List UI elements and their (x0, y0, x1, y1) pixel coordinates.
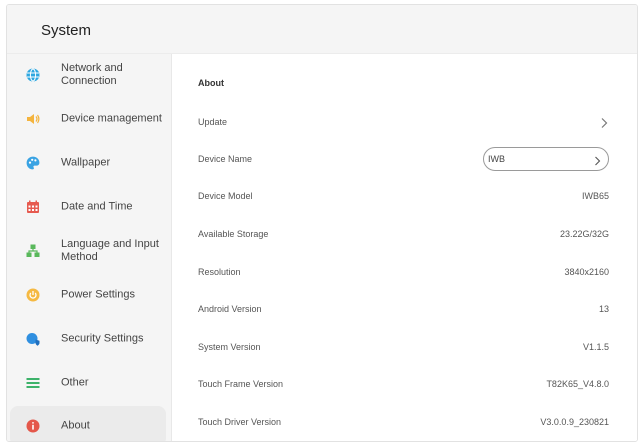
info-label: Touch Driver Version (198, 417, 282, 427)
info-row: Resolution 3840x2160 (198, 260, 609, 284)
sidebar-item-label: About (61, 419, 90, 432)
sidebar-item-label: Language and Input Method (61, 238, 159, 263)
info-value: IWB65 (581, 191, 609, 201)
chevron-right-icon (599, 116, 609, 128)
section-title: About (198, 78, 224, 88)
info-row: Touch Frame Version T82K65_V4.8.0 (198, 372, 609, 396)
sidebar-item-label: Other (61, 376, 89, 389)
power-icon (26, 288, 40, 302)
about-panel: About Update Device Name IWB Device Mode… (172, 54, 637, 441)
info-label: Resolution (198, 267, 241, 277)
info-label: Device Model (198, 191, 253, 201)
shield-icon (26, 332, 40, 346)
info-row: System Version V1.1.5 (198, 335, 609, 359)
calendar-icon (26, 200, 40, 214)
device-name-label: Device Name (198, 154, 253, 164)
update-row[interactable]: Update (198, 110, 609, 134)
sidebar-item-other[interactable]: Other (10, 363, 166, 403)
sidebar-item-label: Security Settings (61, 332, 144, 345)
sidebar-item-label: Power Settings (61, 288, 135, 301)
info-label: Touch Frame Version (198, 379, 284, 389)
sidebar: Network and Connection Device management… (7, 54, 172, 441)
info-value: 23.22G/32G (559, 229, 609, 239)
speaker-icon (26, 112, 40, 126)
info-value: V1.1.5 (582, 342, 609, 352)
chevron-right-icon (593, 154, 602, 166)
palette-icon (26, 156, 40, 170)
globe-icon (26, 68, 40, 82)
info-row: Android Version 13 (198, 297, 609, 321)
info-row: Touch Driver Version V3.0.0.9_230821 (198, 410, 609, 434)
device-name-row: Device Name IWB (198, 147, 609, 171)
page-title: System (41, 22, 92, 39)
info-label: Android Version (198, 304, 262, 314)
sidebar-item-date-time[interactable]: Date and Time (10, 187, 166, 227)
sidebar-item-label: Date and Time (61, 200, 133, 213)
device-name-value: IWB (488, 154, 505, 164)
info-value: V3.0.0.9_230821 (540, 417, 609, 427)
sidebar-item-language-input[interactable]: Language and Input Method (10, 231, 166, 271)
sidebar-item-about[interactable]: About (10, 406, 166, 441)
sidebar-item-security[interactable]: Security Settings (10, 319, 166, 359)
sidebar-item-device-management[interactable]: Device management (10, 99, 166, 139)
info-label: Available Storage (198, 229, 269, 239)
info-row: Device Model IWB65 (198, 184, 609, 208)
language-icon (26, 244, 40, 258)
sidebar-item-label: Device management (61, 112, 162, 125)
sidebar-item-power[interactable]: Power Settings (10, 275, 166, 315)
info-value: T82K65_V4.8.0 (546, 379, 609, 389)
info-label: System Version (198, 342, 261, 352)
settings-window: System Network and Connection Device man… (6, 4, 638, 442)
update-label: Update (198, 117, 228, 127)
info-value: 13 (598, 304, 609, 314)
sidebar-item-wallpaper[interactable]: Wallpaper (10, 143, 166, 183)
sidebar-item-label: Network and Connection (61, 62, 123, 87)
info-icon (26, 419, 40, 433)
info-value: 3840x2160 (564, 267, 609, 277)
info-row: Available Storage 23.22G/32G (198, 222, 609, 246)
sidebar-item-network[interactable]: Network and Connection (10, 55, 166, 95)
sidebar-item-label: Wallpaper (61, 156, 111, 169)
title-bar: System (7, 5, 637, 54)
menu-icon (26, 376, 40, 390)
device-name-field[interactable]: IWB (483, 147, 609, 171)
